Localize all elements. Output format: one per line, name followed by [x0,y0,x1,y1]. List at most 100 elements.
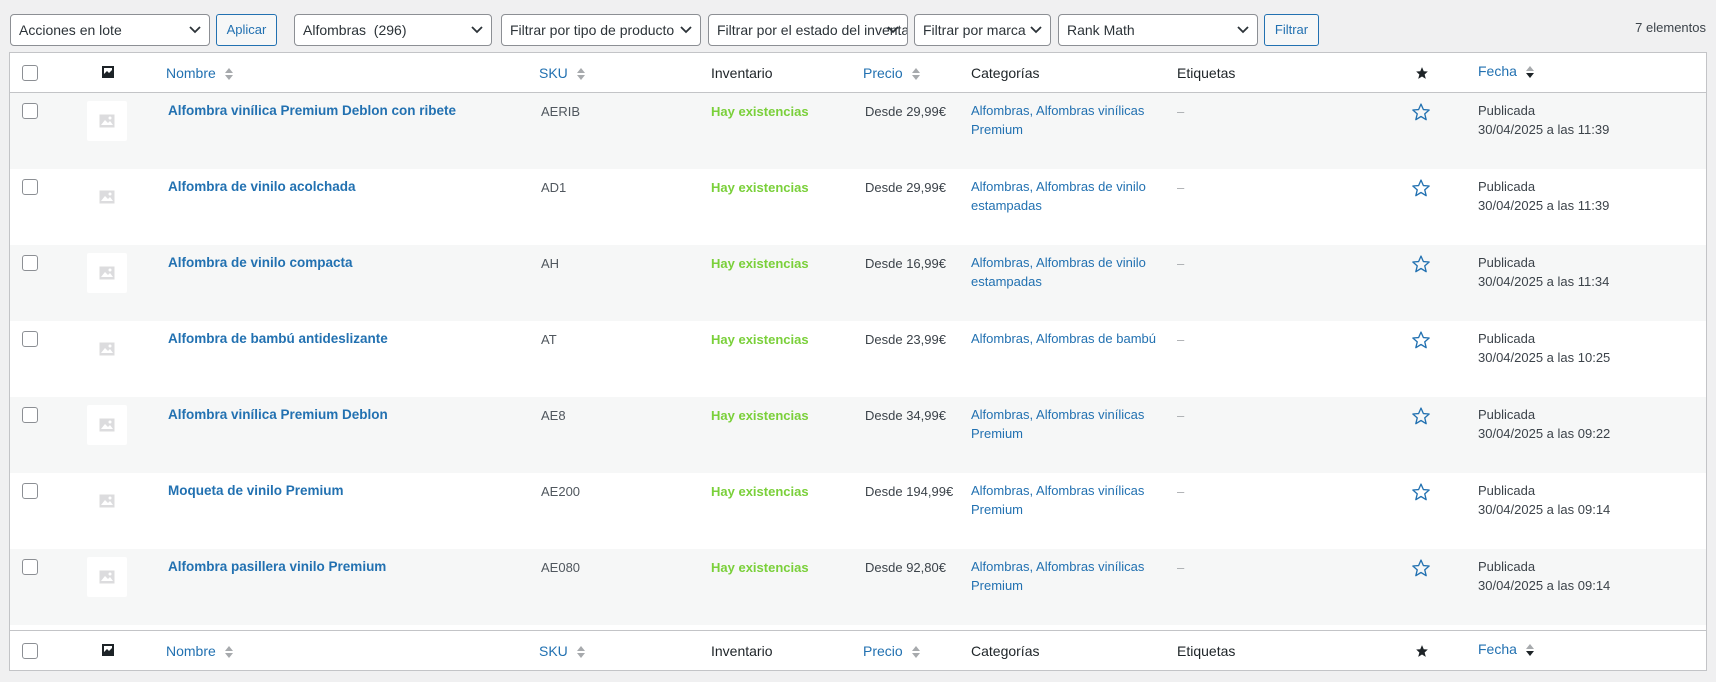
row-checkbox[interactable] [22,483,38,499]
table-row: Alfombra pasillera vinilo Premium AE080 Ha… [10,549,1706,625]
star-outline-icon[interactable] [1411,102,1431,122]
product-categories-links[interactable]: Alfombras, Alfombras vinílicas Premium [971,557,1156,595]
product-price: Desde 92,80€ [865,560,946,575]
sort-arrows-icon [576,646,585,659]
stock-status: Hay existencias [711,180,809,195]
select-all-checkbox[interactable] [22,65,38,81]
product-categories-links[interactable]: Alfombras, Alfombras de vinilo estampada… [971,253,1156,291]
product-categories-links[interactable]: Alfombras, Alfombras de bambú [971,329,1156,348]
image-icon [102,644,114,656]
product-thumbnail[interactable] [87,405,127,445]
publish-status: Publicada [1478,103,1536,118]
product-categories-links[interactable]: Alfombras, Alfombras vinílicas Premium [971,481,1156,519]
column-footer-date[interactable]: Fecha [1478,629,1535,669]
stock-status: Hay existencias [711,484,809,499]
product-name-link[interactable]: Alfombra de vinilo compacta [168,255,353,270]
star-filled-icon[interactable] [1415,644,1429,658]
stock-status: Hay existencias [711,408,809,423]
column-header-sku[interactable]: SKU [539,53,586,93]
publish-status: Publicada [1478,407,1536,422]
product-type-filter-select[interactable]: Filtrar por tipo de producto [501,14,701,46]
rank-math-filter-select[interactable]: Rank Math [1058,14,1258,46]
publish-info: Publicada 30/04/2025 a las 11:39 [1478,177,1609,215]
chevron-down-icon [680,26,692,34]
chevron-down-icon [471,26,483,34]
publish-status: Publicada [1478,483,1536,498]
product-sku: AERIB [541,104,581,119]
stock-status: Hay existencias [711,332,809,347]
product-price: Desde 23,99€ [865,332,946,347]
star-outline-icon[interactable] [1411,178,1431,198]
category-filter-select[interactable]: Alfombras (296) [294,14,492,46]
product-name-link[interactable]: Alfombra vinílica Premium Deblon con rib… [168,103,456,118]
product-categories-links[interactable]: Alfombras, Alfombras de vinilo estampada… [971,177,1156,215]
column-header-price[interactable]: Precio [863,53,921,93]
column-header-date[interactable]: Fecha [1478,51,1535,91]
sort-arrows-icon [224,68,233,81]
row-checkbox[interactable] [22,407,38,423]
product-tags: – [1177,256,1185,271]
product-tags: – [1177,408,1185,423]
publish-info: Publicada 30/04/2025 a las 09:14 [1478,481,1610,519]
product-thumbnail[interactable] [87,329,127,369]
apply-button[interactable]: Aplicar [216,14,277,46]
product-sku: AE200 [541,484,581,499]
product-sku: AH [541,256,560,271]
column-footer-name-label: Nombre [166,643,216,659]
publish-date: 30/04/2025 a las 11:39 [1478,198,1610,213]
column-header-price-label: Precio [863,65,903,81]
star-filled-icon[interactable] [1415,66,1429,80]
brand-filter-select[interactable]: Filtrar por marca [914,14,1051,46]
product-price: Desde 16,99€ [865,256,946,271]
star-outline-icon[interactable] [1411,406,1431,426]
star-outline-icon[interactable] [1411,558,1431,578]
table-row: Moqueta de vinilo Premium AE200 Hay existe… [10,473,1706,549]
sort-arrows-icon [911,646,920,659]
product-thumbnail[interactable] [87,481,127,521]
sort-arrows-icon [224,646,233,659]
column-header-inventory: Inventario [711,65,773,81]
star-outline-icon[interactable] [1411,482,1431,502]
product-thumbnail[interactable] [87,101,127,141]
stock-status-filter-select[interactable]: Filtrar por el estado del inventario [708,14,908,46]
product-tags: – [1177,104,1185,119]
column-header-sku-label: SKU [539,65,568,81]
column-header-name[interactable]: Nombre [166,53,234,93]
publish-date: 30/04/2025 a las 09:14 [1478,578,1611,593]
product-name-link[interactable]: Alfombra pasillera vinilo Premium [168,559,386,574]
row-checkbox[interactable] [22,179,38,195]
product-name-link[interactable]: Moqueta de vinilo Premium [168,483,344,498]
product-name-link[interactable]: Alfombra de bambú antideslizante [168,331,388,346]
row-checkbox[interactable] [22,103,38,119]
table-footer: Nombre SKU Inventario Precio Categorías … [10,630,1706,670]
product-thumbnail[interactable] [87,253,127,293]
stock-status-filter-value: Filtrar por el estado del inventario [717,22,908,38]
row-checkbox[interactable] [22,559,38,575]
product-categories-links[interactable]: Alfombras, Alfombras vinílicas Premium [971,101,1156,139]
star-outline-icon[interactable] [1411,254,1431,274]
sort-arrows-icon [911,68,920,81]
publish-date: 30/04/2025 a las 11:39 [1478,122,1610,137]
row-checkbox[interactable] [22,331,38,347]
bulk-actions-select[interactable]: Acciones en lote [10,14,210,46]
product-categories-links[interactable]: Alfombras, Alfombras vinílicas Premium [971,405,1156,443]
product-thumbnail[interactable] [87,557,127,597]
products-table: Nombre SKU Inventario Precio Categorías … [9,52,1707,671]
column-footer-sku[interactable]: SKU [539,631,586,671]
column-footer-price[interactable]: Precio [863,631,921,671]
filter-button[interactable]: Filtrar [1264,14,1319,46]
column-footer-sku-label: SKU [539,643,568,659]
column-footer-tags: Etiquetas [1177,643,1236,659]
product-name-link[interactable]: Alfombra vinílica Premium Deblon [168,407,388,422]
column-footer-name[interactable]: Nombre [166,631,234,671]
table-row: Alfombra de bambú antideslizante AT Hay ex… [10,321,1706,397]
stock-status: Hay existencias [711,560,809,575]
star-outline-icon[interactable] [1411,330,1431,350]
rank-math-filter-value: Rank Math [1067,22,1135,38]
select-all-checkbox[interactable] [22,643,38,659]
row-checkbox[interactable] [22,255,38,271]
image-placeholder-icon [99,494,115,508]
product-name-link[interactable]: Alfombra de vinilo acolchada [168,179,356,194]
product-sku: AT [541,332,557,347]
product-thumbnail[interactable] [87,177,127,217]
